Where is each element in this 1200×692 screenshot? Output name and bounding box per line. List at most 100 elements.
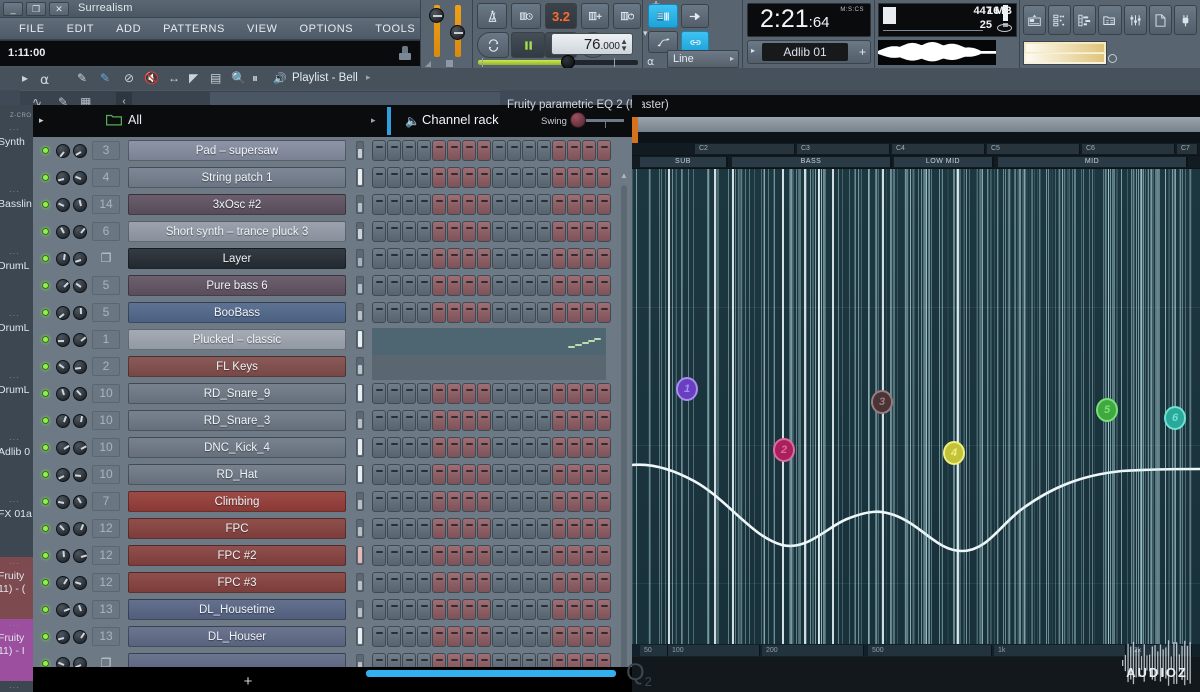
step-button[interactable]	[402, 599, 416, 620]
channel-mixer-number[interactable]: 12	[92, 546, 120, 565]
step-button[interactable]	[597, 383, 611, 404]
step-button[interactable]	[417, 383, 431, 404]
step-button[interactable]	[597, 221, 611, 242]
maximize-button[interactable]: ❐	[26, 2, 46, 16]
channel-filter-label[interactable]: All	[128, 113, 142, 127]
pattern-number-display[interactable]: 3.2	[545, 3, 577, 29]
step-button[interactable]	[492, 167, 506, 188]
step-button[interactable]	[567, 302, 581, 323]
step-button[interactable]	[447, 302, 461, 323]
channel-mixer-number[interactable]: 10	[92, 438, 120, 457]
step-button[interactable]	[567, 545, 581, 566]
mixer-track[interactable]: ··· Synth	[0, 123, 34, 185]
step-button[interactable]	[492, 275, 506, 296]
channel-enable-led[interactable]	[42, 147, 49, 154]
channel-pan-knob[interactable]	[56, 306, 70, 320]
magnet-snap-icon[interactable]: ⍺	[40, 71, 49, 88]
channel-name-button[interactable]: RD_Snare_9	[128, 383, 346, 404]
step-button[interactable]	[597, 572, 611, 593]
channel-volume-knob[interactable]	[73, 252, 87, 266]
step-button[interactable]	[447, 464, 461, 485]
step-button[interactable]	[567, 626, 581, 647]
step-button[interactable]	[447, 491, 461, 512]
channel-enable-led[interactable]	[42, 390, 49, 397]
plugin-picker-icon[interactable]	[1173, 5, 1197, 35]
channel-enable-led[interactable]	[42, 228, 49, 235]
step-button[interactable]	[432, 140, 446, 161]
channel-enable-led[interactable]	[42, 471, 49, 478]
step-button[interactable]	[417, 545, 431, 566]
channel-enable-led[interactable]	[42, 525, 49, 532]
eq-band-node[interactable]: 2	[773, 438, 795, 462]
wait-for-input-icon[interactable]	[511, 3, 541, 29]
step-button[interactable]	[492, 599, 506, 620]
step-button[interactable]	[582, 248, 596, 269]
step-button[interactable]	[417, 194, 431, 215]
step-button[interactable]	[462, 194, 476, 215]
step-button[interactable]	[402, 302, 416, 323]
step-button[interactable]	[372, 545, 386, 566]
step-grid[interactable]	[372, 491, 611, 512]
step-button[interactable]	[522, 626, 536, 647]
step-button[interactable]	[552, 410, 566, 431]
step-button[interactable]	[402, 194, 416, 215]
step-button[interactable]	[447, 194, 461, 215]
step-button[interactable]	[447, 545, 461, 566]
step-button[interactable]	[522, 383, 536, 404]
eq-graph[interactable]: 1 2 3 4 5 6	[632, 169, 1200, 692]
step-button[interactable]	[372, 194, 386, 215]
step-button[interactable]	[537, 572, 551, 593]
step-button[interactable]	[417, 464, 431, 485]
step-button[interactable]	[372, 599, 386, 620]
channel-pan-knob[interactable]	[56, 549, 70, 563]
browser-icon[interactable]	[1098, 5, 1122, 35]
step-button[interactable]	[567, 248, 581, 269]
step-button[interactable]	[507, 248, 521, 269]
channel-name-button[interactable]: FPC #2	[128, 545, 346, 566]
step-button[interactable]	[597, 410, 611, 431]
eq-band-node[interactable]: 4	[943, 441, 965, 465]
step-button[interactable]	[447, 248, 461, 269]
loop-record-icon[interactable]	[613, 3, 641, 29]
channel-enable-led[interactable]	[42, 201, 49, 208]
step-button[interactable]	[447, 437, 461, 458]
channel-volume-knob[interactable]	[73, 279, 87, 293]
eq-band-node[interactable]: 5	[1096, 398, 1118, 422]
channel-velocity-slot[interactable]	[356, 492, 364, 511]
step-button[interactable]	[522, 491, 536, 512]
step-button[interactable]	[597, 518, 611, 539]
channel-name-button[interactable]: DL_Houser	[128, 626, 346, 647]
step-button[interactable]	[387, 626, 401, 647]
step-button[interactable]	[537, 491, 551, 512]
pattern-name[interactable]: Adlib 01	[762, 43, 848, 61]
channel-mixer-number[interactable]: 10	[92, 465, 120, 484]
step-button[interactable]	[537, 383, 551, 404]
channel-row[interactable]: 6 Short synth – trance pluck 3	[36, 218, 650, 245]
step-button[interactable]	[522, 221, 536, 242]
step-button[interactable]	[417, 140, 431, 161]
step-button[interactable]	[477, 302, 491, 323]
step-button[interactable]	[477, 167, 491, 188]
playlist-icon[interactable]	[1023, 5, 1047, 35]
step-button[interactable]	[492, 437, 506, 458]
piano-roll-preview[interactable]	[372, 328, 606, 380]
step-button[interactable]	[462, 221, 476, 242]
channel-name-button[interactable]: DNC_Kick_4	[128, 437, 346, 458]
channel-volume-knob[interactable]	[73, 387, 87, 401]
step-button[interactable]	[522, 599, 536, 620]
eq-band-node[interactable]: 3	[871, 390, 893, 414]
step-grid[interactable]	[372, 437, 611, 458]
step-button[interactable]	[492, 626, 506, 647]
step-button[interactable]	[597, 626, 611, 647]
mixer-track[interactable]: ··· Basslin	[0, 185, 34, 247]
channel-enable-led[interactable]	[42, 417, 49, 424]
channel-velocity-slot[interactable]	[356, 546, 364, 565]
step-button[interactable]	[387, 248, 401, 269]
step-button[interactable]	[417, 518, 431, 539]
master-pitch-knob[interactable]	[450, 25, 465, 40]
step-button[interactable]	[447, 626, 461, 647]
step-button[interactable]	[582, 383, 596, 404]
channel-enable-led[interactable]	[42, 174, 49, 181]
step-button[interactable]	[597, 491, 611, 512]
menu-item-file[interactable]: FILE	[8, 23, 56, 35]
